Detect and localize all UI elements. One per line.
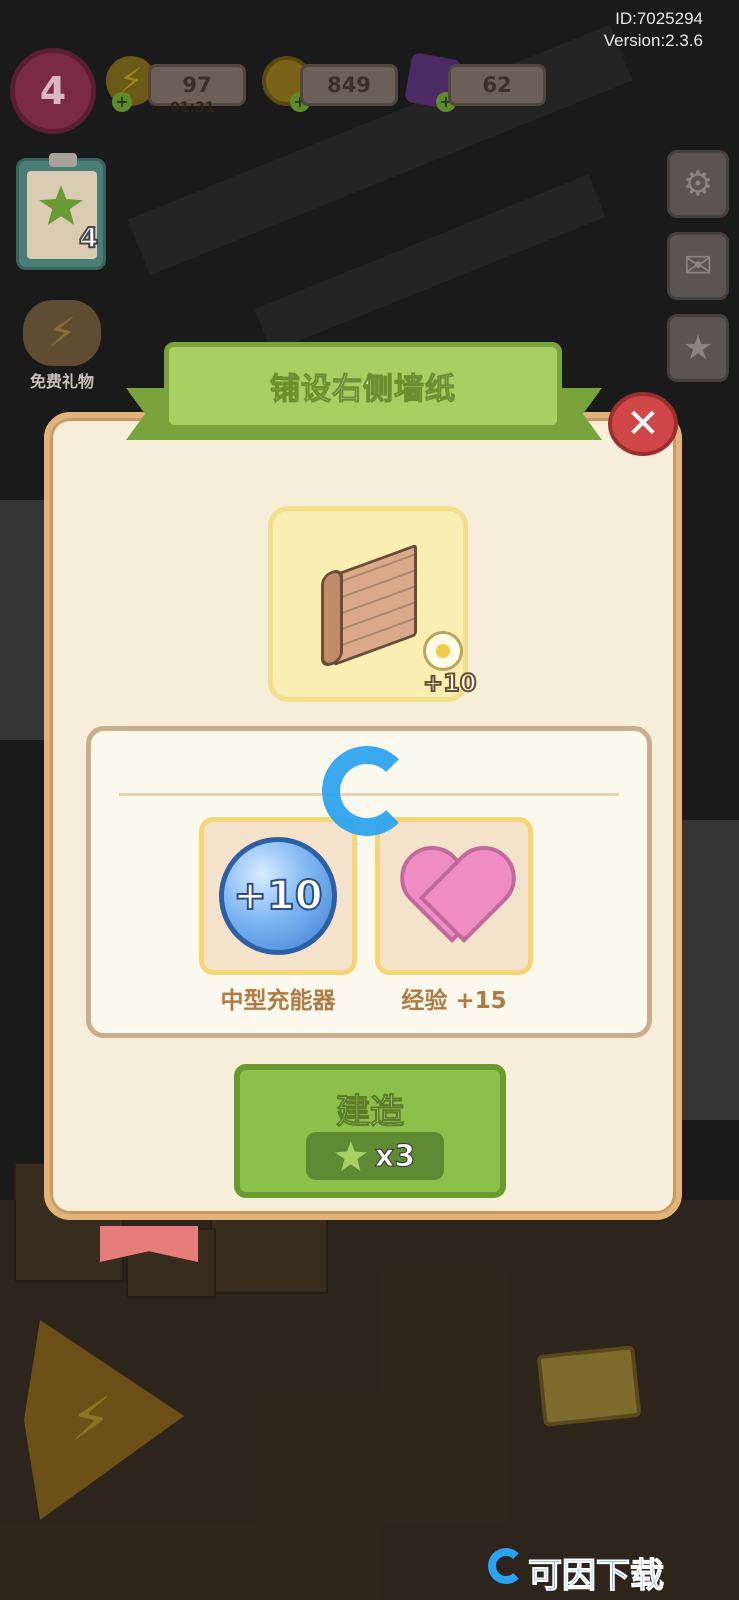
settings-button[interactable]: ⚙ [667, 150, 729, 218]
item-bonus: +10 [422, 668, 477, 698]
clipboard-clip [49, 153, 77, 167]
lightning-icon: ⚡ [69, 1385, 113, 1455]
add-energy-button[interactable]: + [112, 92, 132, 112]
gem-value: 62 [482, 73, 512, 97]
dialog-title: 铺设右侧墙纸 [270, 372, 456, 408]
energy-orb-icon: +10 [219, 837, 337, 955]
reward-slot-exp [375, 817, 533, 975]
energy-value: 97 [182, 73, 212, 97]
close-icon: ✕ [626, 401, 660, 447]
star-icon [334, 1141, 367, 1171]
wallpaper-icon [333, 543, 417, 667]
build-label: 建造 [336, 1092, 405, 1133]
quest-board-button[interactable]: 4 [16, 153, 106, 270]
signboard [536, 1345, 642, 1427]
gift-lightning-icon: ⚡ [23, 300, 101, 366]
dialog-title-banner: 铺设右侧墙纸 [164, 342, 562, 430]
reward-label-charger: 中型充能器 [220, 988, 336, 1014]
quest-count: 4 [78, 220, 100, 255]
cost-pill: x3 [306, 1132, 444, 1180]
watermark-logo [322, 746, 412, 836]
heart-icon [404, 851, 504, 941]
star-medal-icon: ★ [682, 328, 714, 368]
cost-quantity: x3 [374, 1138, 416, 1174]
build-info: ID:7025294 Version:2.3.6 [604, 8, 703, 52]
reward-label-exp: 经验 +15 [401, 988, 507, 1014]
item-preview: +10 [268, 506, 478, 702]
level-badge[interactable]: 4 [10, 48, 96, 134]
achievements-button[interactable]: ★ [667, 314, 729, 382]
watermark-text: 可因下载 [528, 1556, 665, 1597]
gear-icon: ⚙ [682, 164, 714, 204]
energy-timer: 01:31 [170, 100, 215, 116]
wallpaper-roll [321, 566, 343, 670]
orb-value: +10 [232, 872, 323, 920]
free-gift-label: 免费礼物 [29, 372, 94, 391]
version-text: Version:2.3.6 [603, 31, 703, 50]
coin-value: 849 [327, 73, 371, 97]
close-button[interactable]: ✕ [608, 392, 678, 456]
free-gift-button[interactable]: ⚡ 免费礼物 [12, 300, 112, 392]
reward-slot-charger: +10 [199, 817, 357, 975]
mail-button[interactable]: ✉ [667, 232, 729, 300]
player-id: ID:7025294 [615, 9, 703, 28]
coin-counter: 849 [300, 64, 398, 106]
flower-icon [423, 631, 463, 671]
watermark-small-logo [488, 1548, 524, 1584]
envelope-icon: ✉ [683, 246, 713, 286]
gem-counter: 62 [448, 64, 546, 106]
build-button[interactable]: 建造 x3 [234, 1064, 506, 1198]
level-number: 4 [39, 69, 67, 113]
